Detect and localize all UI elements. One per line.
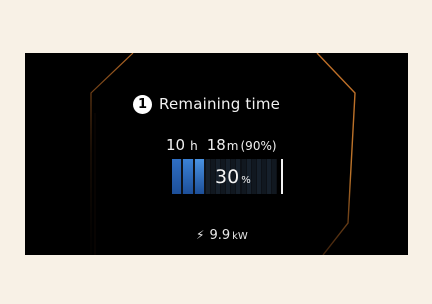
step-number-badge: 1 — [133, 94, 152, 114]
battery-gauge-end-marker — [281, 159, 283, 194]
title-row: 1 Remaining time — [133, 93, 280, 115]
minutes-unit: m — [226, 139, 239, 153]
charging-power-value: 9.9 — [209, 228, 231, 243]
lightning-bolt-icon: ⚡ — [196, 228, 205, 242]
hours-unit: h — [190, 139, 198, 153]
minutes-value: 18 — [206, 136, 226, 154]
battery-empty-segment — [271, 159, 276, 194]
battery-level-unit: % — [241, 175, 251, 186]
cluster-screen: 1 Remaining time 10 h 18 m (90%) 30 % ⚡ … — [25, 53, 408, 255]
battery-empty-segment — [256, 159, 261, 194]
target-charge-percent: (90%) — [240, 139, 277, 153]
battery-empty-segment — [206, 159, 211, 194]
battery-fill-segment — [194, 159, 204, 194]
battery-empty-segment — [251, 159, 256, 194]
battery-empty-segment — [266, 159, 271, 194]
remaining-time-title: Remaining time — [159, 95, 281, 113]
battery-level-readout: 30 % — [215, 166, 251, 188]
remaining-time-readout: 10 h 18 m (90%) — [166, 136, 277, 154]
battery-level-value: 30 — [215, 166, 240, 188]
battery-empty-segment — [261, 159, 266, 194]
charging-power-unit: kW — [232, 231, 248, 242]
battery-fill-segment — [172, 159, 182, 194]
charging-power-readout: ⚡ 9.9 kW — [196, 228, 248, 243]
hours-value: 10 — [166, 136, 186, 154]
display-frame — [90, 53, 356, 255]
battery-fill-segment — [183, 159, 193, 194]
